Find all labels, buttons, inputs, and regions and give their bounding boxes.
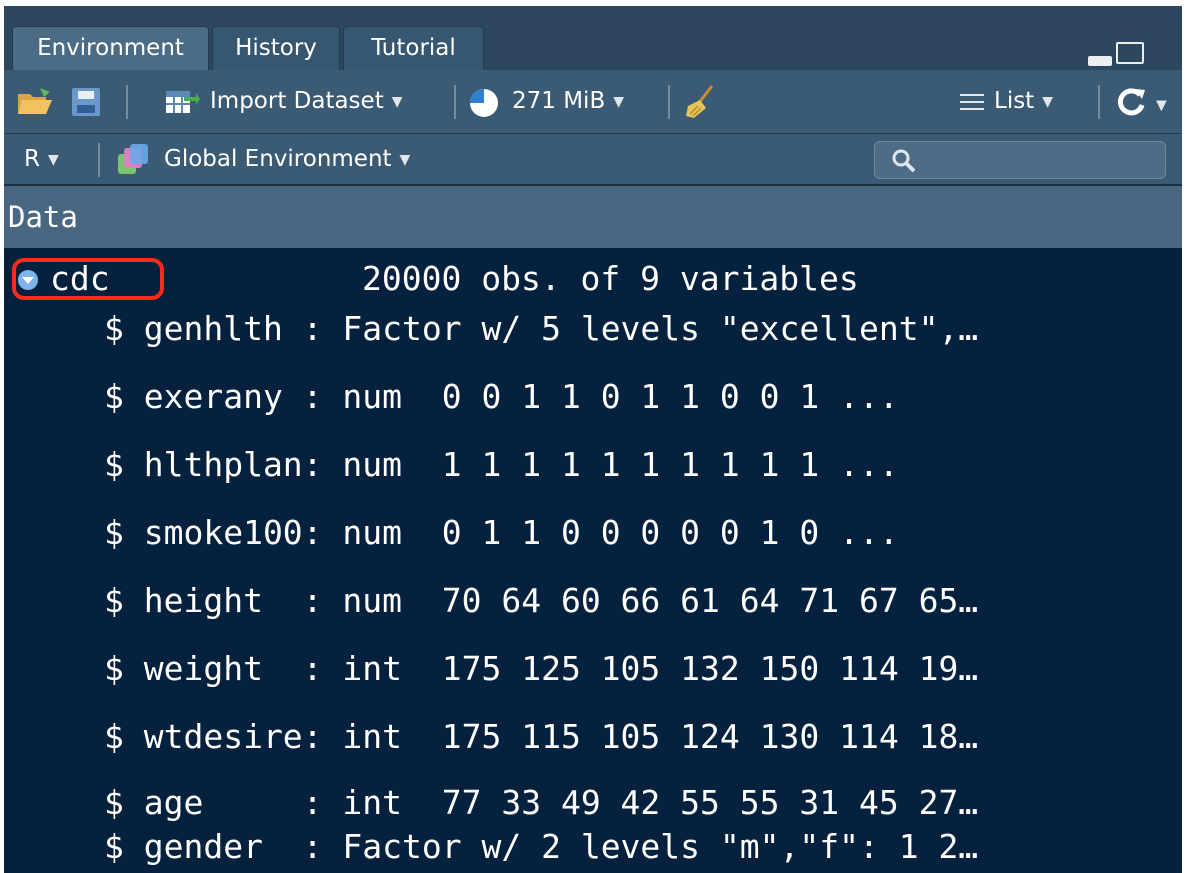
chevron-down-icon: ▼ xyxy=(613,93,625,110)
list-view-icon[interactable] xyxy=(960,92,984,112)
variable-summary: $ gender : Factor w/ 2 levels "m","f": 1… xyxy=(104,827,979,866)
data-section-header: Data xyxy=(4,186,1182,248)
view-mode-dropdown[interactable]: List ▼ xyxy=(994,88,1053,114)
view-data-grid-icon[interactable] xyxy=(1112,269,1142,291)
environment-toolbar: Import Dataset ▼ 271 MiB ▼ List ▼ ▼ xyxy=(4,70,1182,134)
chevron-down-icon[interactable]: ▼ xyxy=(1156,92,1167,118)
variable-summary: $ height : num 70 64 60 66 61 64 71 67 6… xyxy=(104,581,979,620)
maximize-icon[interactable] xyxy=(1116,42,1144,64)
toolbar-separator xyxy=(126,85,128,119)
import-dataset-button[interactable]: Import Dataset ▼ xyxy=(210,88,403,114)
toolbar-separator xyxy=(98,143,100,177)
variable-summary: $ age : int 77 33 49 42 55 55 31 45 27… xyxy=(104,783,979,822)
load-workspace-icon[interactable] xyxy=(16,86,54,116)
view-mode-label: List xyxy=(994,88,1035,114)
toolbar-separator xyxy=(668,85,670,119)
chevron-down-icon: ▼ xyxy=(399,151,411,168)
chevron-down-icon: ▼ xyxy=(47,151,59,168)
tab-environment[interactable]: Environment xyxy=(12,26,209,70)
environment-dropdown[interactable]: Global Environment ▼ xyxy=(164,146,410,172)
tab-tutorial[interactable]: Tutorial xyxy=(343,26,484,70)
search-icon xyxy=(891,148,917,174)
refresh-icon[interactable] xyxy=(1116,86,1146,116)
tab-history[interactable]: History xyxy=(212,26,340,70)
save-workspace-icon[interactable] xyxy=(72,88,100,116)
tab-bar: Environment History Tutorial xyxy=(4,6,1182,70)
memory-usage-label: 271 MiB xyxy=(512,88,606,114)
variable-row: $ smoke100: num 0 1 1 0 0 0 0 0 1 0 ... xyxy=(4,508,1182,558)
toolbar-separator xyxy=(454,85,456,119)
variable-row: $ height : num 70 64 60 66 61 64 71 67 6… xyxy=(4,576,1182,626)
variable-row: $ weight : int 175 125 105 132 150 114 1… xyxy=(4,644,1182,694)
variable-summary: $ exerany : num 0 0 1 1 0 1 1 0 0 1 ... xyxy=(104,377,899,416)
search-input[interactable] xyxy=(874,141,1166,179)
environment-icon xyxy=(116,144,150,176)
environment-pane: Environment History Tutorial Import Data… xyxy=(4,6,1182,873)
memory-usage-icon[interactable] xyxy=(470,89,498,117)
variable-row: $ hlthplan: num 1 1 1 1 1 1 1 1 1 1 ... xyxy=(4,440,1182,490)
minimize-icon[interactable] xyxy=(1088,56,1112,66)
variable-row: $ wtdesire: int 175 115 105 124 130 114 … xyxy=(4,712,1182,762)
variable-row: $ genhlth : Factor w/ 5 levels "excellen… xyxy=(4,304,1182,354)
object-description: 20000 obs. of 9 variables xyxy=(362,259,859,298)
toolbar-separator xyxy=(1098,85,1100,119)
variable-summary: $ weight : int 175 125 105 132 150 114 1… xyxy=(104,649,979,688)
variable-row: $ age : int 77 33 49 42 55 55 31 45 27… xyxy=(4,778,1182,828)
import-dataset-icon[interactable] xyxy=(166,89,200,115)
variable-summary: $ hlthplan: num 1 1 1 1 1 1 1 1 1 1 ... xyxy=(104,445,899,484)
variable-summary: $ smoke100: num 0 1 1 0 0 0 0 0 1 0 ... xyxy=(104,513,899,552)
variable-summary: $ wtdesire: int 175 115 105 124 130 114 … xyxy=(104,717,979,756)
variable-row: $ exerany : num 0 0 1 1 0 1 1 0 0 1 ... xyxy=(4,372,1182,422)
object-row-cdc[interactable]: cdc 20000 obs. of 9 variables xyxy=(4,254,1182,304)
environment-selector-bar: R ▼ Global Environment ▼ xyxy=(4,134,1182,186)
variable-row: $ gender : Factor w/ 2 levels "m","f": 1… xyxy=(4,822,1182,872)
highlight-annotation xyxy=(12,258,164,300)
language-dropdown[interactable]: R ▼ xyxy=(24,146,59,172)
memory-usage-button[interactable]: 271 MiB ▼ xyxy=(512,88,624,114)
import-dataset-label: Import Dataset xyxy=(210,88,384,114)
clear-workspace-broom-icon[interactable] xyxy=(684,84,714,120)
variable-summary: $ genhlth : Factor w/ 5 levels "excellen… xyxy=(104,309,979,348)
chevron-down-icon: ▼ xyxy=(391,93,403,110)
language-label: R xyxy=(24,146,40,172)
environment-label: Global Environment xyxy=(164,146,392,172)
chevron-down-icon: ▼ xyxy=(1042,93,1053,110)
